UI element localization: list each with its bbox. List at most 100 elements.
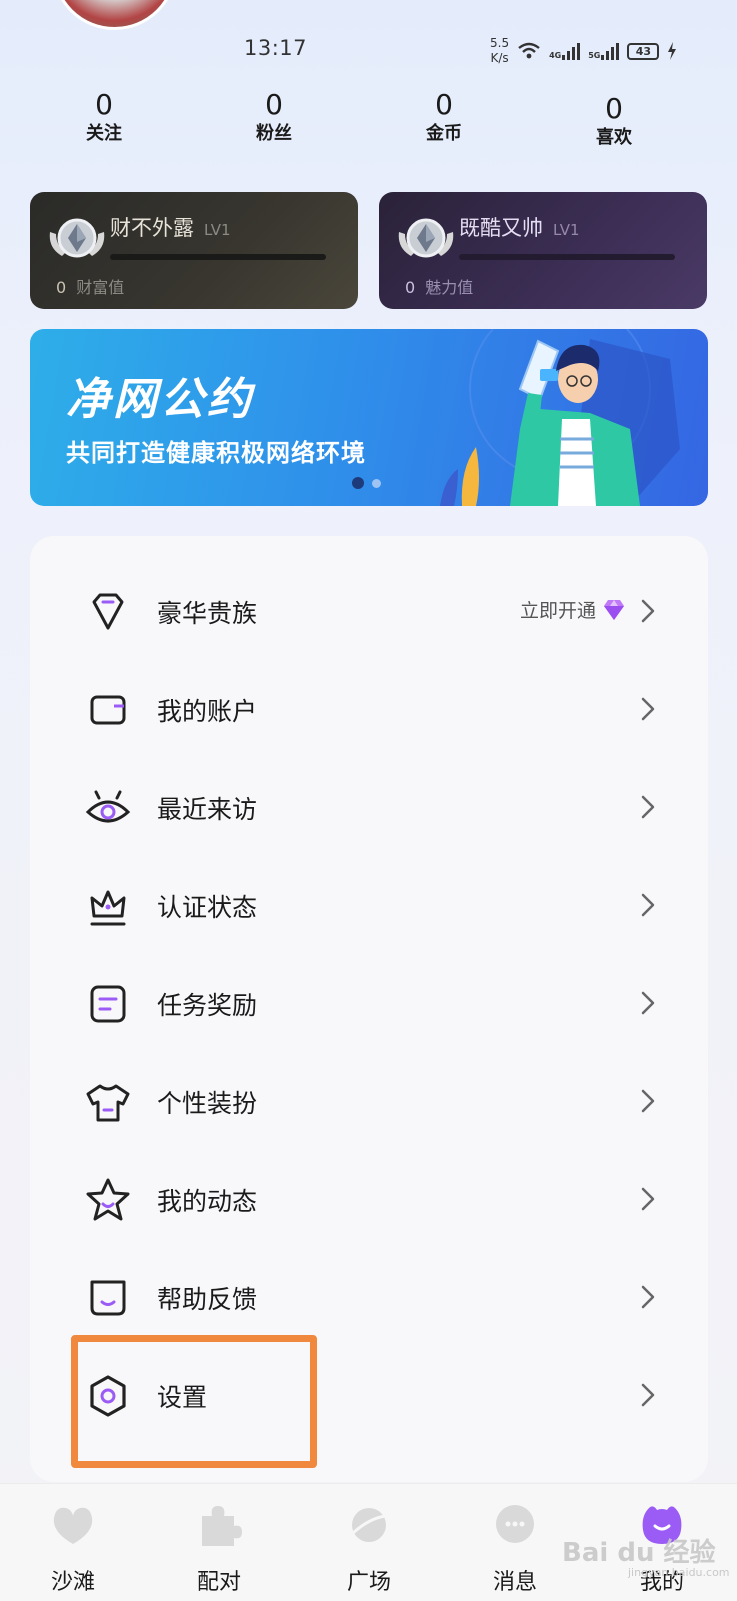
signal-bars-icon [562,42,581,60]
message-icon [496,1505,534,1543]
noble-open-now[interactable]: 立即开通 [520,596,626,623]
wealth-level-card[interactable]: 财不外露 LV1 0 财富值 [30,192,358,309]
charm-stat: 0 魅力值 [405,274,473,298]
stat-fans-label: 粉丝 [256,123,292,144]
promo-banner[interactable]: 净网公约 共同打造健康积极网络环境 [30,329,708,506]
nav-tab-beach[interactable]: 沙滩 [23,1484,123,1601]
wealth-level: LV1 [204,221,231,239]
chevron-right-icon [641,1187,655,1211]
crown-icon [90,890,126,926]
wealth-progress-bar [110,254,326,260]
nav-tab-plaza[interactable]: 广场 [319,1484,419,1601]
menu-item-verification[interactable]: 认证状态 [30,856,708,954]
stat-coins[interactable]: 0 金币 [384,88,504,146]
charging-icon [668,42,677,60]
chevron-right-icon [641,599,655,623]
nav-label: 消息 [492,1570,537,1595]
charm-title: 既酷又帅 LV1 [459,212,580,242]
menu-item-account[interactable]: 我的账户 [30,660,708,758]
menu-label: 我的动态 [157,1187,258,1216]
network-speed-unit: K/s [490,51,509,65]
chevron-right-icon [641,697,655,721]
menu-item-help-feedback[interactable]: 帮助反馈 [30,1248,708,1346]
menu-item-my-posts[interactable]: 我的动态 [30,1150,708,1248]
signal-5g-label: 5G [588,51,601,60]
menu-item-dress-up[interactable]: 个性装扮 [30,1052,708,1150]
signal-4g-label: 4G [549,51,562,60]
stat-fans[interactable]: 0 粉丝 [214,88,334,146]
banner-dot-active[interactable] [352,477,364,489]
charm-level: LV1 [553,221,580,239]
chevron-right-icon [641,1383,655,1407]
shirt-icon [86,1084,130,1122]
star-icon [86,1178,130,1221]
nav-tab-match[interactable]: 配对 [169,1484,269,1601]
noble-open-now-text: 立即开通 [519,600,596,622]
profile-avatar[interactable] [52,0,177,30]
stat-coins-count: 0 [435,88,453,121]
level-badge-icon [49,218,105,258]
charm-label: 魅力值 [425,278,474,297]
beach-icon [53,1507,93,1544]
charm-level-card[interactable]: 既酷又帅 LV1 0 魅力值 [379,192,707,309]
wealth-label: 财富值 [76,278,125,297]
baidu-watermark-url: jingyan.baidu.com [628,1566,730,1579]
banner-pagination [352,477,381,489]
charm-progress-bar [459,254,675,260]
signal-bars-icon [601,42,620,60]
chevron-right-icon [641,991,655,1015]
wealth-title: 财不外露 LV1 [110,212,231,242]
banner-dot[interactable] [372,478,381,488]
chevron-right-icon [641,1089,655,1113]
diamond-icon [92,593,124,630]
nav-label: 配对 [196,1570,241,1595]
stat-fans-count: 0 [265,88,283,121]
banner-person-illustration [510,339,640,506]
level-badge-icon [398,218,454,258]
stat-coins-label: 金币 [426,123,462,144]
status-time: 13:17 [244,36,308,60]
charm-title-text: 既酷又帅 [459,216,543,240]
wealth-title-text: 财不外露 [110,216,194,240]
stat-following[interactable]: 0 关注 [44,88,164,146]
nav-label: 沙滩 [50,1570,95,1595]
menu-label: 认证状态 [157,893,258,922]
stat-likes-count: 0 [605,92,623,125]
nav-label: 广场 [346,1570,391,1595]
stat-following-label: 关注 [86,123,122,144]
menu-item-visitors[interactable]: 最近来访 [30,758,708,856]
menu-label: 最近来访 [157,795,258,824]
menu-label: 我的账户 [157,697,258,726]
banner-subtitle: 共同打造健康积极网络环境 [66,439,366,467]
wifi-icon [518,42,540,59]
feedback-icon [90,1280,126,1316]
menu-item-task-rewards[interactable]: 任务奖励 [30,954,708,1052]
wealth-value: 0 [56,278,67,297]
planet-icon [350,1508,387,1542]
stat-likes[interactable]: 0 喜欢 [554,92,674,150]
purple-diamond-icon [604,599,624,620]
eye-icon [85,790,131,823]
battery-indicator: 43 [627,42,660,60]
menu-label: 个性装扮 [157,1089,258,1118]
menu-label: 豪华贵族 [157,599,258,628]
wealth-stat: 0 财富值 [56,274,124,298]
chevron-right-icon [641,1285,655,1309]
charm-value: 0 [405,278,416,297]
network-speed: 5.5 K/s [490,36,509,66]
status-indicators: 5.5 K/s 4G 5G 43 [490,34,677,68]
nav-tab-messages[interactable]: 消息 [465,1484,565,1601]
banner-title: 净网公约 [66,374,254,425]
chevron-right-icon [641,795,655,819]
chevron-right-icon [641,893,655,917]
wallet-icon [90,695,126,725]
menu-label: 帮助反馈 [157,1285,258,1314]
task-icon [90,985,126,1023]
network-speed-value: 5.5 [490,36,510,50]
settings-highlight-box [71,1335,317,1468]
baidu-watermark: Bai du 经验 [562,1538,716,1568]
menu-label: 任务奖励 [157,991,258,1020]
menu-item-noble[interactable]: 豪华贵族 立即开通 [30,562,708,660]
stat-following-count: 0 [95,88,113,121]
puzzle-icon [202,1506,242,1546]
